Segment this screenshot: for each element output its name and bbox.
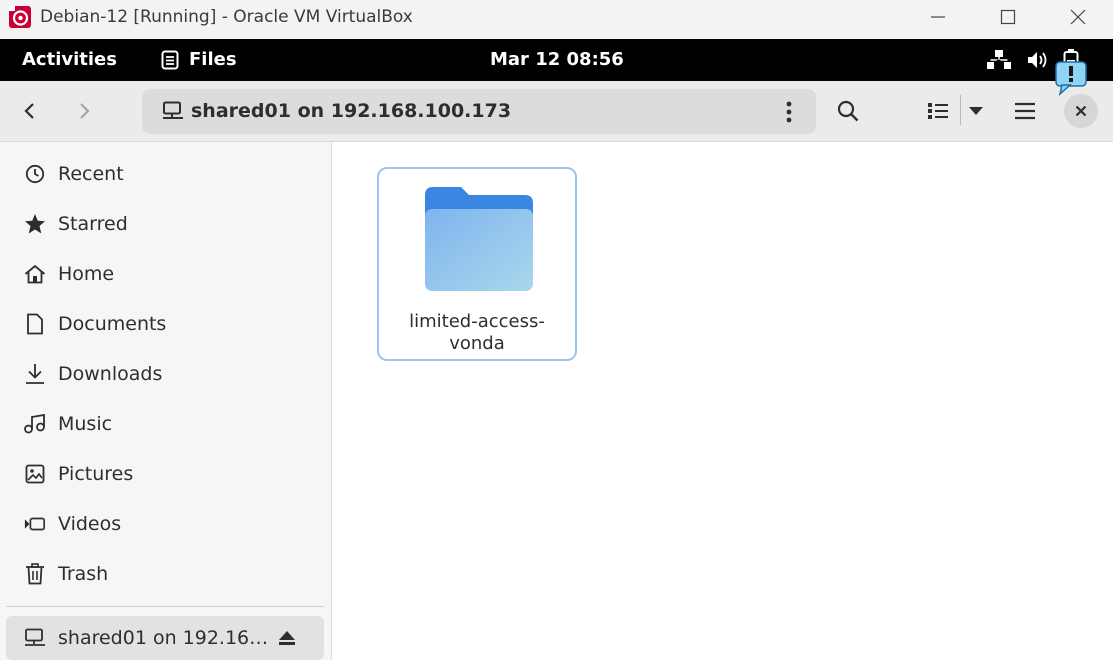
sidebar-item-music[interactable]: Music — [6, 402, 324, 446]
location-menu-button[interactable] — [774, 97, 804, 127]
network-unknown-icon: ? — [987, 50, 1011, 69]
sidebar-item-label: Pictures — [58, 463, 134, 485]
sidebar-item-trash[interactable]: Trash — [6, 552, 324, 596]
view-options-button[interactable] — [962, 94, 990, 128]
host-titlebar: Debian-12 [Running] - Oracle VM VirtualB… — [0, 0, 1113, 39]
file-view[interactable]: limited-access- vonda — [333, 142, 1113, 660]
home-icon — [24, 263, 46, 285]
debian-app-icon — [9, 6, 31, 28]
vertical-dots-icon — [786, 101, 792, 123]
picture-icon — [24, 463, 46, 485]
mount-label: shared01 on 192.16… — [58, 627, 269, 649]
sidebar-item-home[interactable]: Home — [6, 252, 324, 296]
main-menu-button[interactable] — [1006, 94, 1044, 128]
host-close-button[interactable] — [1043, 0, 1113, 34]
download-icon — [24, 363, 46, 385]
star-icon — [24, 213, 46, 235]
maximize-icon — [1000, 9, 1016, 25]
sidebar-item-label: Videos — [58, 513, 122, 535]
chevron-right-icon — [80, 103, 90, 119]
host-window-title: Debian-12 [Running] - Oracle VM VirtualB… — [40, 7, 413, 27]
gnome-top-bar: Activities Files Mar 12 08:56 ? — [0, 39, 1113, 81]
network-drive-icon — [24, 627, 46, 649]
sidebar-item-downloads[interactable]: Downloads — [6, 352, 324, 396]
location-bar[interactable]: shared01 on 192.168.100.173 — [142, 89, 816, 134]
search-icon — [837, 100, 859, 122]
trash-icon — [24, 563, 46, 585]
sidebar-item-network-mount[interactable]: shared01 on 192.16… — [6, 616, 324, 660]
folder-name: limited-access- vonda — [389, 311, 565, 355]
notification-alert-icon[interactable] — [1054, 60, 1088, 96]
view-list-button[interactable] — [920, 94, 956, 128]
files-headerbar: shared01 on 192.168.100.173 — [0, 81, 1113, 142]
sidebar: Recent Starred Home Documents Downloads … — [0, 142, 332, 660]
sidebar-item-label: Downloads — [58, 363, 163, 385]
document-icon — [24, 313, 46, 335]
folder-name-line: vonda — [449, 333, 505, 354]
eject-button[interactable] — [272, 624, 302, 652]
sidebar-item-label: Home — [58, 263, 115, 285]
folder-name-line: limited-access- — [409, 311, 545, 332]
volume-icon — [1028, 52, 1047, 68]
sidebar-item-label: Music — [58, 413, 113, 435]
sidebar-item-label: Documents — [58, 313, 167, 335]
eject-icon — [279, 631, 295, 645]
sidebar-item-label: Trash — [58, 563, 109, 585]
music-icon — [24, 413, 46, 435]
svg-text:?: ? — [996, 59, 1001, 69]
folder-item[interactable]: limited-access- vonda — [377, 167, 577, 361]
search-button[interactable] — [829, 94, 867, 128]
app-menu-label: Files — [189, 49, 237, 70]
hamburger-menu-icon — [1015, 102, 1035, 120]
list-view-icon — [928, 103, 948, 119]
sidebar-item-pictures[interactable]: Pictures — [6, 452, 324, 496]
close-icon — [1070, 9, 1086, 25]
video-icon — [24, 513, 46, 535]
sidebar-item-documents[interactable]: Documents — [6, 302, 324, 346]
sidebar-separator — [6, 606, 324, 607]
host-maximize-button[interactable] — [973, 0, 1043, 34]
view-separator — [960, 95, 961, 125]
location-label: shared01 on 192.168.100.173 — [191, 100, 512, 122]
sidebar-item-videos[interactable]: Videos — [6, 502, 324, 546]
minimize-icon — [931, 16, 945, 18]
sidebar-item-recent[interactable]: Recent — [6, 152, 324, 196]
files-app-icon — [161, 50, 179, 69]
sidebar-item-label: Recent — [58, 163, 124, 185]
window-close-button[interactable] — [1064, 94, 1098, 128]
close-icon — [1075, 105, 1087, 117]
clock[interactable]: Mar 12 08:56 — [490, 49, 624, 70]
forward-button[interactable] — [66, 94, 102, 128]
folder-icon — [425, 187, 533, 291]
network-drive-icon — [163, 101, 183, 119]
app-menu-button[interactable]: Files — [160, 49, 237, 70]
host-minimize-button[interactable] — [903, 0, 973, 34]
chevron-left-icon — [24, 103, 34, 119]
back-button[interactable] — [12, 94, 48, 128]
activities-button[interactable]: Activities — [22, 49, 117, 70]
sidebar-item-starred[interactable]: Starred — [6, 202, 324, 246]
sidebar-item-label: Starred — [58, 213, 128, 235]
triangle-down-icon — [969, 107, 983, 115]
clock-icon — [24, 163, 46, 185]
